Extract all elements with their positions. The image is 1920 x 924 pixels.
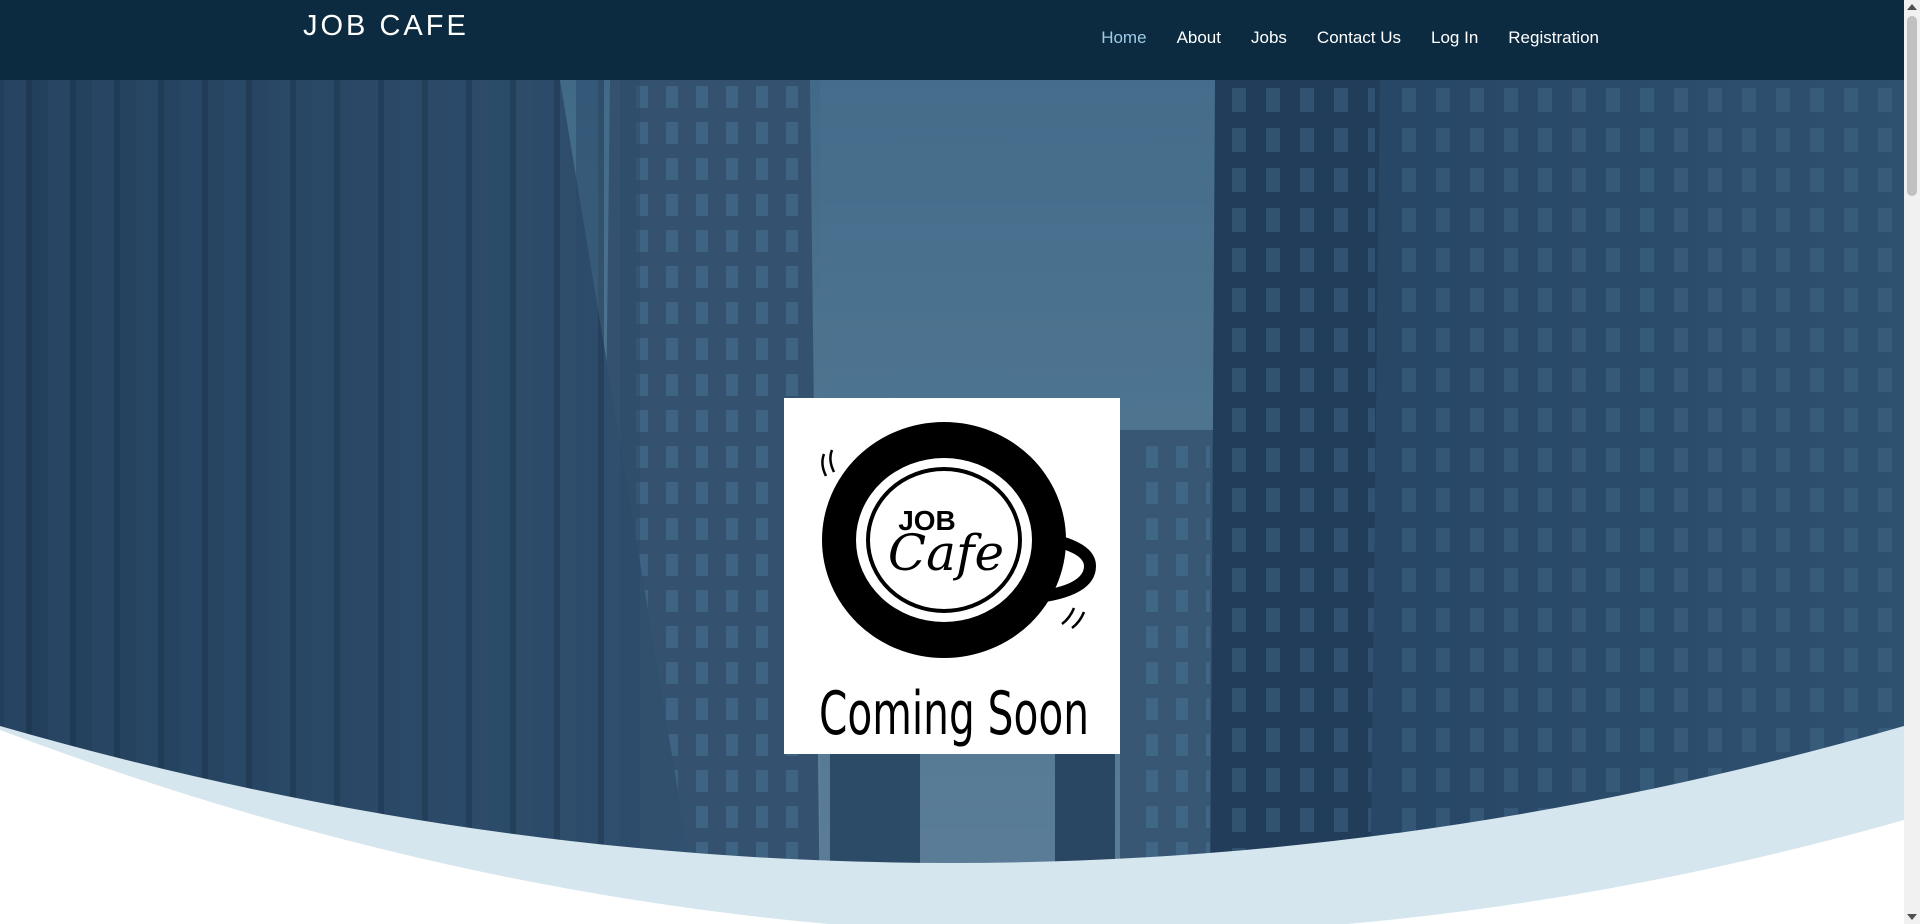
- nav-contact-link[interactable]: Contact Us: [1317, 28, 1401, 48]
- scroll-down-arrow-icon[interactable]: [1907, 914, 1917, 920]
- hero-section: JOB Cafe Coming Soon: [0, 80, 1904, 924]
- nav-registration-link[interactable]: Registration: [1508, 28, 1599, 48]
- brand-logo-link[interactable]: JOB CAFE: [303, 10, 469, 43]
- navbar: JOB CAFE Home About Jobs Contact Us Log …: [0, 0, 1904, 80]
- nav-about-link[interactable]: About: [1177, 28, 1221, 48]
- nav-login-link[interactable]: Log In: [1431, 28, 1478, 48]
- job-cafe-logo: JOB Cafe Coming Soon: [784, 398, 1120, 754]
- page-scrollbar[interactable]: [1904, 0, 1920, 924]
- scroll-up-arrow-icon[interactable]: [1907, 4, 1917, 10]
- logo-tagline-coming-soon: Coming Soon: [819, 679, 1089, 749]
- logo-wordmark-cafe: Cafe: [888, 524, 1004, 582]
- scrollbar-thumb[interactable]: [1907, 16, 1917, 196]
- nav-home-link[interactable]: Home: [1101, 28, 1146, 48]
- nav-jobs-link[interactable]: Jobs: [1251, 28, 1287, 48]
- main-nav: Home About Jobs Contact Us Log In Regist…: [1071, 28, 1599, 48]
